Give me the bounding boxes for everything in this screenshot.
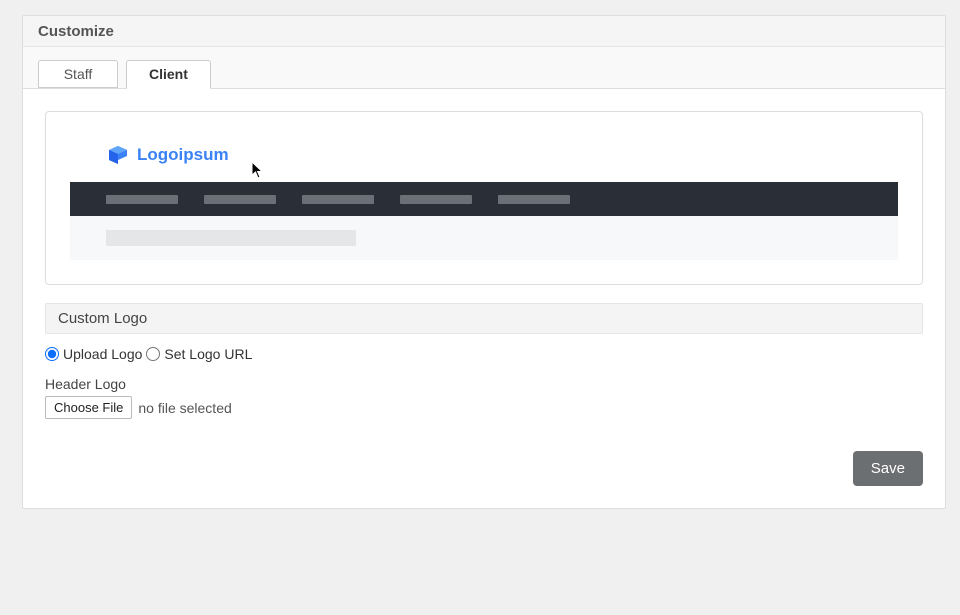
theme-preview: Logoipsum [45,111,923,285]
header-logo-label: Header Logo [45,376,923,392]
file-input-row: Choose File no file selected [45,396,923,419]
customize-panel: Customize Staff Client L [22,15,946,509]
radio-upload-logo[interactable]: Upload Logo [45,346,142,362]
preview-logo-text: Logoipsum [137,145,229,165]
nav-placeholder [204,195,276,204]
radio-set-logo-url-label: Set Logo URL [164,346,252,362]
tabs-bar: Staff Client [23,47,945,89]
radio-upload-logo-label: Upload Logo [63,346,142,362]
preview-logo-row: Logoipsum [70,136,898,182]
choose-file-button[interactable]: Choose File [45,396,132,419]
preview-navbar [70,182,898,216]
tab-staff[interactable]: Staff [38,60,118,88]
footer-actions: Save [45,451,923,486]
preview-subheader [70,216,898,260]
preview-logo: Logoipsum [105,142,229,168]
sub-placeholder [106,230,356,246]
section-custom-logo-header: Custom Logo [45,303,923,334]
logo-source-radio-group: Upload Logo Set Logo URL [45,344,923,370]
nav-placeholder [498,195,570,204]
logo-icon [105,142,131,168]
nav-placeholder [302,195,374,204]
radio-set-logo-url[interactable]: Set Logo URL [146,346,252,362]
nav-placeholder [106,195,178,204]
panel-title: Customize [23,16,945,47]
panel-body: Logoipsum Custom Logo Uplo [23,89,945,508]
radio-set-logo-url-input[interactable] [146,347,160,361]
save-button[interactable]: Save [853,451,923,486]
file-status-text: no file selected [138,400,231,416]
tab-client[interactable]: Client [126,60,211,89]
nav-placeholder [400,195,472,204]
radio-upload-logo-input[interactable] [45,347,59,361]
